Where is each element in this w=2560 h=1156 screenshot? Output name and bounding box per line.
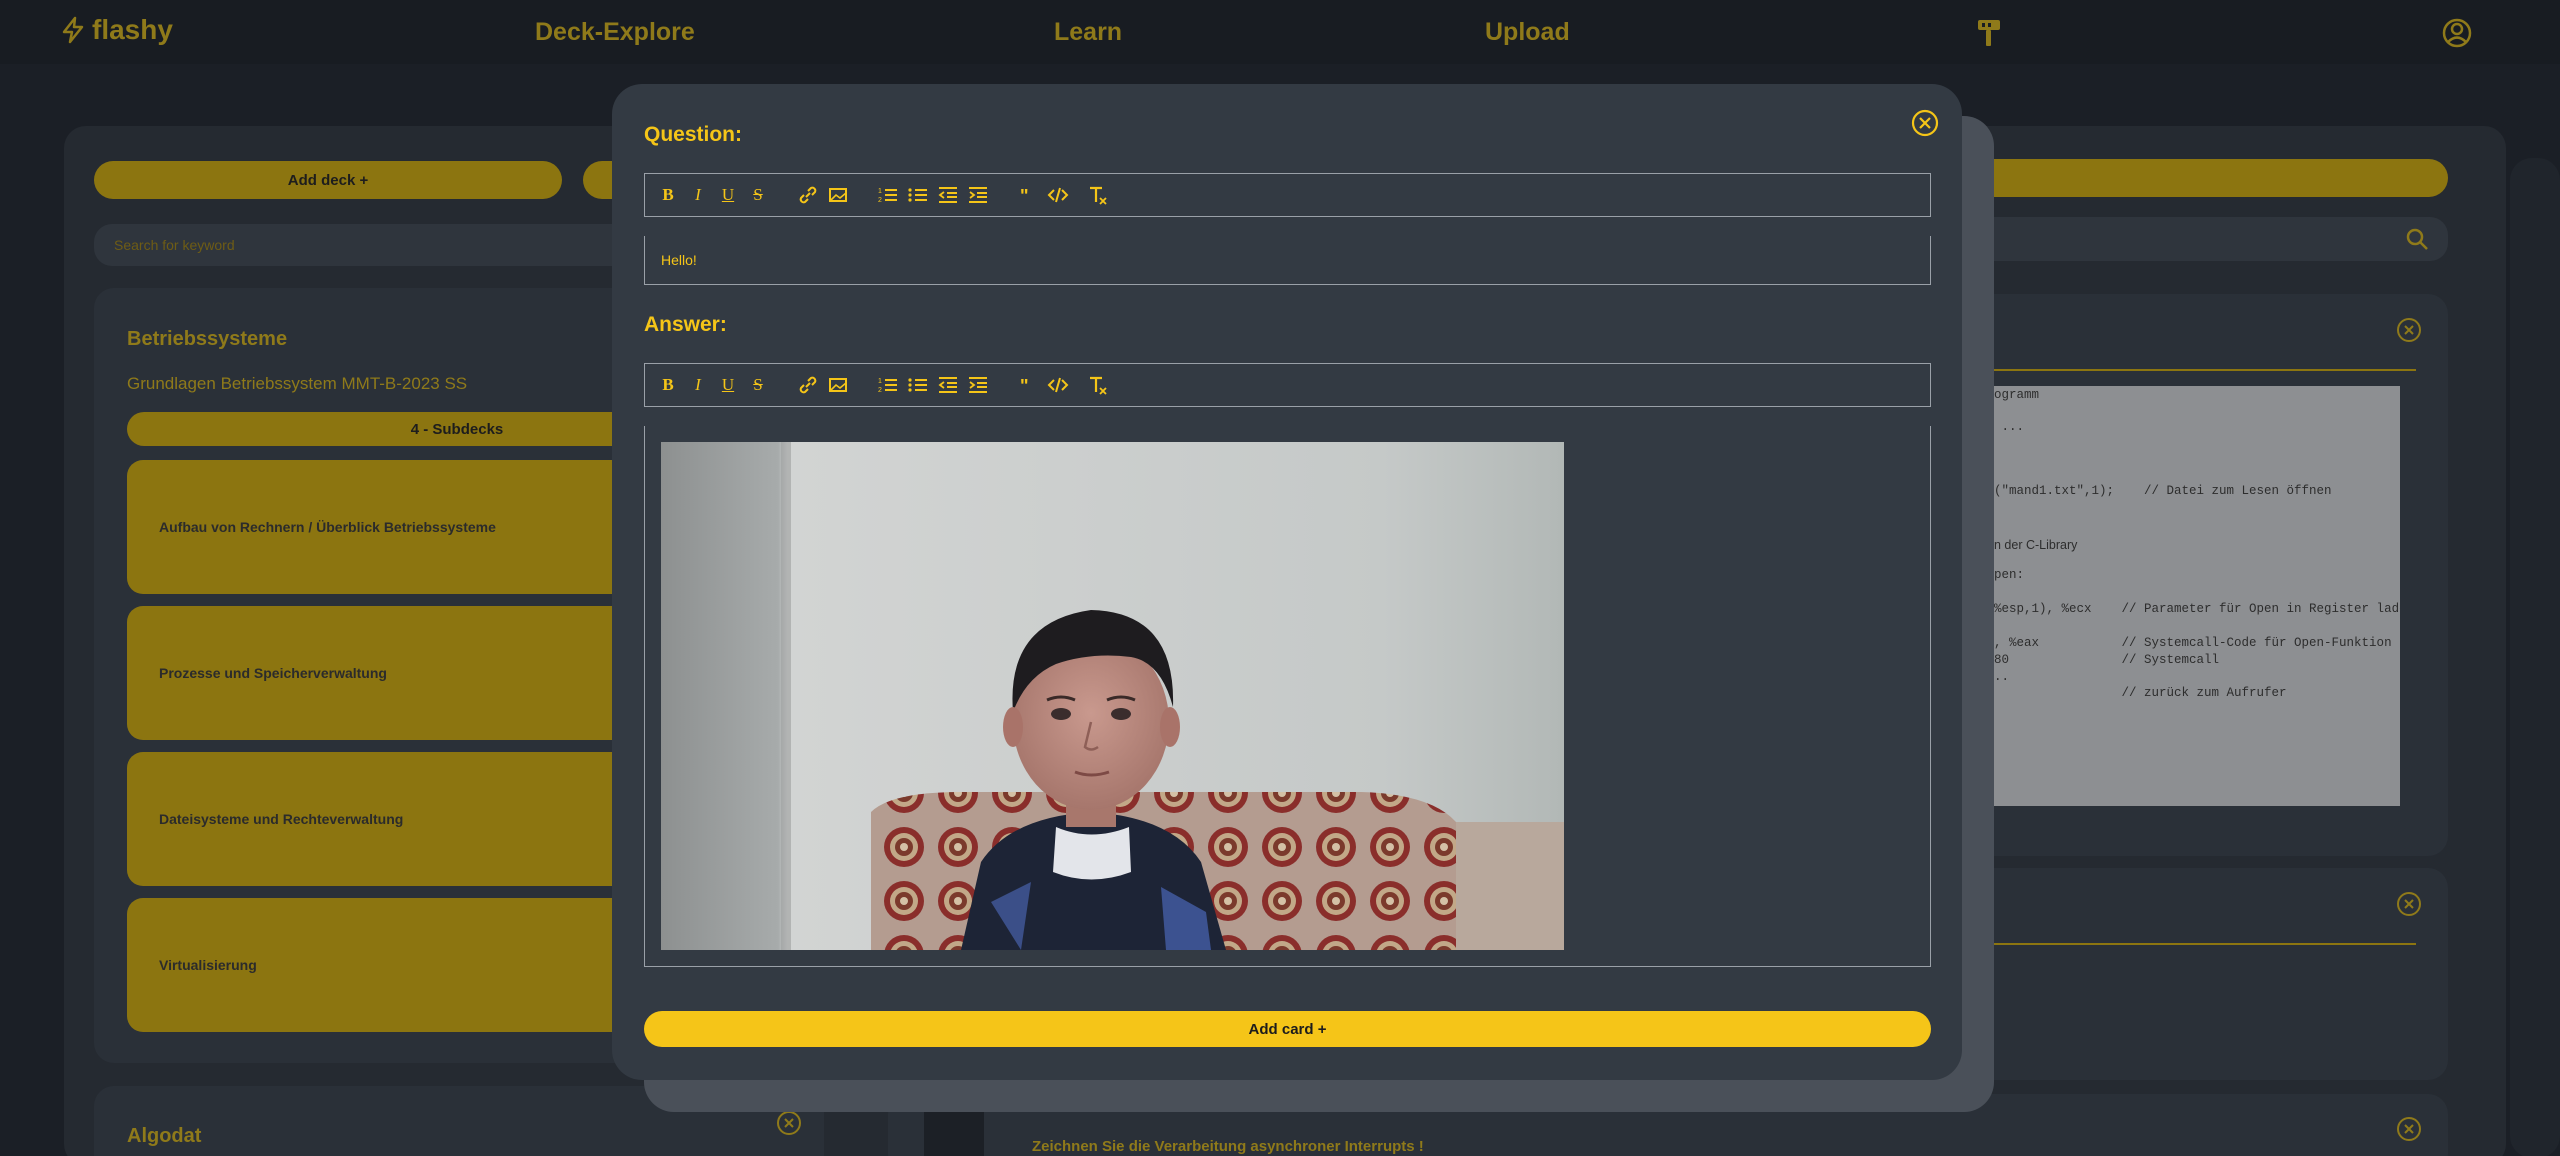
code-block-icon[interactable] <box>1045 372 1071 398</box>
svg-text:2: 2 <box>878 387 882 394</box>
svg-text:": " <box>1020 186 1029 206</box>
underline-icon[interactable]: U <box>715 372 741 398</box>
close-icon[interactable] <box>2396 1116 2422 1142</box>
clear-format-icon[interactable] <box>1085 372 1111 398</box>
answer-label: Answer: <box>644 313 727 336</box>
answer-image <box>661 442 1564 950</box>
logo[interactable]: flashy <box>60 14 173 46</box>
blockquote-icon[interactable]: " <box>1015 372 1041 398</box>
indent-icon[interactable] <box>965 182 991 208</box>
code-line: ("mand1.txt",1); // Datei zum Lesen öffn… <box>1994 484 2332 498</box>
deck-subtitle: Grundlagen Betriebssystem MMT-B-2023 SS <box>127 374 468 393</box>
code-line: n der C-Library <box>1994 538 2078 552</box>
indent-icon[interactable] <box>965 372 991 398</box>
user-profile-icon[interactable] <box>2440 16 2474 50</box>
logo-text: flashy <box>92 14 173 45</box>
add-card-button[interactable]: Add card + <box>644 1011 1931 1047</box>
question-editor[interactable]: Hello! <box>644 236 1931 285</box>
answer-toolbar: B I U S 12 " <box>644 363 1931 407</box>
card-divider <box>1990 943 2416 945</box>
code-line: ... <box>1994 420 2025 434</box>
underline-icon[interactable]: U <box>715 182 741 208</box>
code-line: 80 // Systemcall <box>1994 653 2220 667</box>
question-label: Question: <box>644 123 742 146</box>
code-block-icon[interactable] <box>1045 182 1071 208</box>
child-portrait-image <box>661 442 1564 950</box>
link-icon[interactable] <box>795 372 821 398</box>
search-input-right[interactable] <box>1960 217 2448 261</box>
clear-format-icon[interactable] <box>1085 182 1111 208</box>
image-icon[interactable] <box>825 182 851 208</box>
image-icon[interactable] <box>825 372 851 398</box>
italic-icon[interactable]: I <box>685 372 711 398</box>
top-navbar: flashy Deck-Explore Learn Upload <box>0 0 2560 64</box>
code-line: %esp,1), %ecx // Parameter für Open in R… <box>1994 602 2400 616</box>
question-text: Hello! <box>661 252 697 268</box>
close-icon[interactable] <box>2396 891 2422 917</box>
side-panel <box>2510 158 2560 1156</box>
outdent-icon[interactable] <box>935 372 961 398</box>
nav-learn[interactable]: Learn <box>1054 18 1122 47</box>
code-line: , %eax // Systemcall-Code für Open-Funkt… <box>1994 636 2392 650</box>
add-deck-button[interactable]: Add deck + <box>94 161 562 199</box>
search-icon[interactable] <box>2404 226 2430 252</box>
question-toolbar: B I U S 12 " <box>644 173 1931 217</box>
strikethrough-icon[interactable]: S <box>745 372 771 398</box>
search-input[interactable]: Search for keyword <box>94 224 654 266</box>
svg-text:2: 2 <box>878 197 882 204</box>
close-icon[interactable] <box>776 1110 802 1136</box>
bullet-list-icon[interactable] <box>905 372 931 398</box>
card-question: Zeichnen Sie die Verarbeitung asynchrone… <box>1032 1138 1424 1155</box>
strikethrough-icon[interactable]: S <box>745 182 771 208</box>
outdent-icon[interactable] <box>935 182 961 208</box>
card-divider <box>1990 369 2416 371</box>
nav-upload[interactable]: Upload <box>1485 18 1570 47</box>
code-line: ogramm <box>1994 388 2040 402</box>
svg-text:1: 1 <box>878 188 882 195</box>
nav-deck-explore[interactable]: Deck-Explore <box>535 18 695 47</box>
ordered-list-icon[interactable]: 12 <box>875 182 901 208</box>
bold-icon[interactable]: B <box>655 372 681 398</box>
lightning-icon <box>62 16 84 44</box>
svg-text:": " <box>1020 376 1029 396</box>
code-line: // zurück zum Aufrufer <box>1994 686 2287 700</box>
paint-roller-icon[interactable] <box>1972 16 2006 50</box>
close-icon[interactable] <box>2396 317 2422 343</box>
blockquote-icon[interactable]: " <box>1015 182 1041 208</box>
bullet-list-icon[interactable] <box>905 182 931 208</box>
card-code-image: ogramm ... ("mand1.txt",1); // Datei zum… <box>1990 386 2400 806</box>
code-line: pen: <box>1994 568 2025 582</box>
secondary-action-button[interactable] <box>1960 159 2448 197</box>
close-icon[interactable] <box>1910 108 1940 138</box>
italic-icon[interactable]: I <box>685 182 711 208</box>
ordered-list-icon[interactable]: 12 <box>875 372 901 398</box>
code-line: .. <box>1994 670 2010 684</box>
svg-text:1: 1 <box>878 378 882 385</box>
bold-icon[interactable]: B <box>655 182 681 208</box>
link-icon[interactable] <box>795 182 821 208</box>
deck-title: Algodat <box>127 1125 202 1147</box>
deck-title: Betriebssysteme <box>127 328 288 350</box>
